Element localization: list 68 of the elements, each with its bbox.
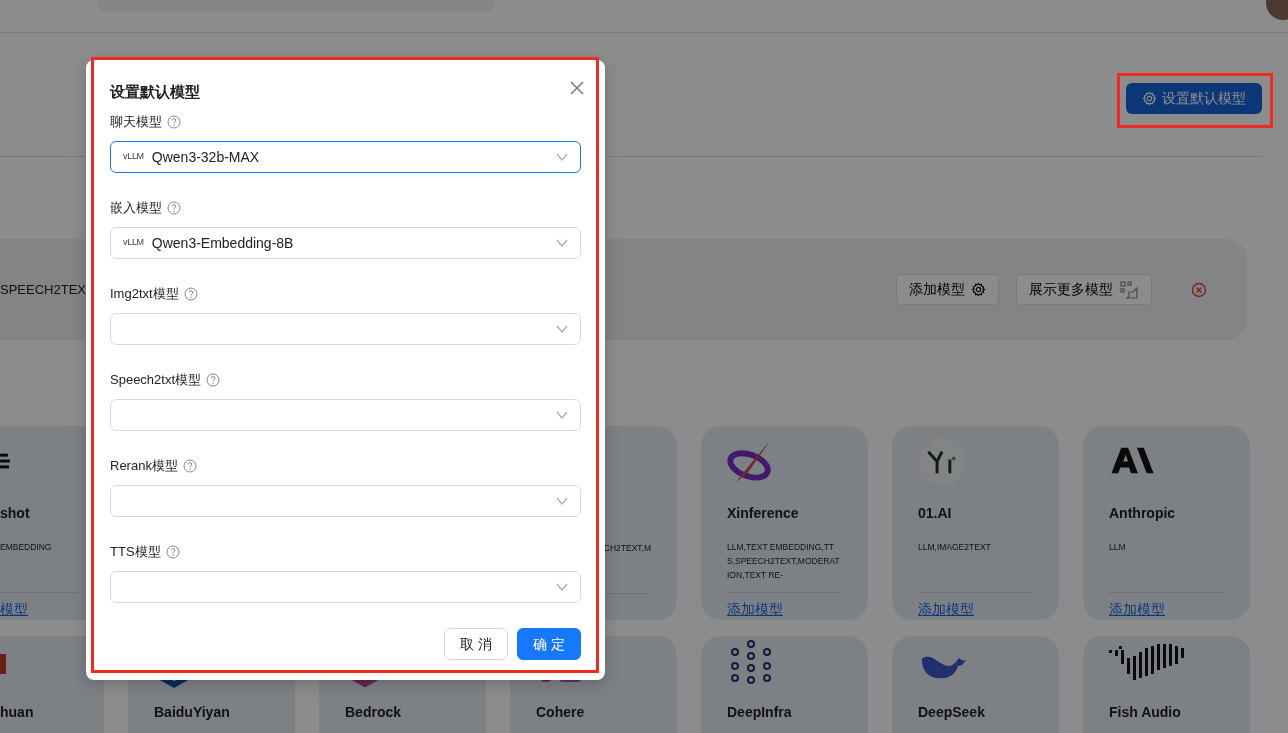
help-icon[interactable] — [167, 115, 181, 129]
help-icon[interactable] — [165, 545, 180, 559]
provider-card[interactable]: Xinference LLM,TEXT EMBEDDING,TTS,SPEECH2TEXT,MODERATION,TEXT RE- 添加模型 — [701, 426, 868, 620]
model-types-text: LLM,TEXT EMBEDDING,TTS,SPEECH2TEXT,MODERATION,TEXT RE- — [727, 541, 841, 582]
field-label: TTS模型 — [110, 543, 161, 561]
field-label: Speech2txt模型 — [110, 371, 202, 389]
selected-value: Qwen3-Embedding-8B — [151, 233, 294, 253]
dialog-title: 设置默认模型 — [110, 82, 201, 102]
provider-name: DeepInfra — [727, 703, 793, 722]
provider-card[interactable]: Anthropic LLM 添加模型 — [1083, 426, 1250, 620]
chevron-down-icon — [556, 325, 568, 333]
model-select[interactable] — [110, 485, 581, 517]
provider-name: Anthropic — [1109, 504, 1177, 523]
provider-logo: vLLM — [123, 150, 144, 164]
provider-card[interactable]: DeepInfra — [701, 636, 868, 733]
close-icon[interactable] — [569, 80, 585, 96]
chevron-down-icon — [556, 583, 568, 591]
selected-value: Qwen3-32b-MAX — [151, 147, 260, 167]
help-icon[interactable] — [206, 373, 221, 387]
add-model-link[interactable]: 模型 — [0, 599, 78, 620]
chevron-down-icon — [556, 239, 568, 247]
provider-name: Cohere — [536, 703, 586, 722]
model-types-text: CH2TEXT,M — [602, 542, 651, 555]
provider-card[interactable]: Fish Audio — [1083, 636, 1250, 733]
model-types-text: LLM — [1109, 541, 1127, 554]
field-label: Rerank模型 — [110, 457, 178, 475]
help-icon[interactable] — [182, 459, 197, 473]
help-icon[interactable] — [167, 201, 181, 215]
add-model-button[interactable]: 添加模型 — [896, 274, 999, 305]
provider-name: 01.AI — [918, 504, 953, 523]
add-model-link[interactable]: 添加模型 — [918, 599, 1033, 620]
model-select[interactable]: vLLM Qwen3-Embedding-8B — [110, 227, 581, 259]
provider-name: huan — [0, 703, 35, 722]
provider-name: Fish Audio — [1109, 703, 1182, 722]
chevron-down-icon — [556, 497, 568, 505]
chevron-down-icon — [556, 411, 568, 419]
gear-icon — [1142, 91, 1157, 106]
field-label: 聊天模型 — [110, 113, 162, 131]
model-select[interactable] — [110, 399, 581, 431]
field-label: Img2txt模型 — [110, 285, 179, 303]
model-select[interactable] — [110, 571, 581, 603]
confirm-button[interactable]: 确 定 — [517, 628, 581, 660]
chevron-down-icon — [556, 153, 568, 161]
gear-icon — [971, 282, 986, 297]
cancel-button[interactable]: 取 消 — [444, 628, 509, 660]
provider-card[interactable]: DeepSeek — [892, 636, 1059, 733]
provider-logo: vLLM — [123, 236, 144, 250]
expand-grid-icon — [1119, 279, 1139, 300]
provider-name: shot — [0, 504, 31, 523]
add-model-link[interactable]: 添加模型 — [1109, 599, 1224, 620]
add-model-link[interactable]: 添加模型 — [727, 599, 842, 620]
model-types-text: SPEECH2TEX — [0, 280, 86, 299]
set-default-model-button[interactable]: 设置默认模型 — [1126, 83, 1262, 114]
model-select[interactable]: vLLM Qwen3-32b-MAX — [110, 141, 581, 173]
field-label: 嵌入模型 — [110, 199, 162, 217]
yi-logo-icon — [918, 438, 966, 485]
provider-card[interactable]: huan — [0, 636, 104, 733]
help-icon[interactable] — [183, 287, 198, 301]
model-types-text: LLM,IMAGE2TEXT — [918, 541, 992, 554]
remove-icon[interactable] — [1191, 281, 1207, 298]
provider-name: BaiduYiyan — [154, 703, 231, 722]
provider-card[interactable]: 01.AI LLM,IMAGE2TEXT 添加模型 — [892, 426, 1059, 620]
show-more-models-button[interactable]: 展示更多模型 — [1016, 274, 1152, 305]
model-select[interactable] — [110, 313, 581, 345]
provider-name: Xinference — [727, 504, 800, 523]
provider-name: DeepSeek — [918, 703, 986, 722]
model-types-text: EMBEDDING — [0, 541, 53, 554]
provider-name: Bedrock — [345, 703, 403, 722]
